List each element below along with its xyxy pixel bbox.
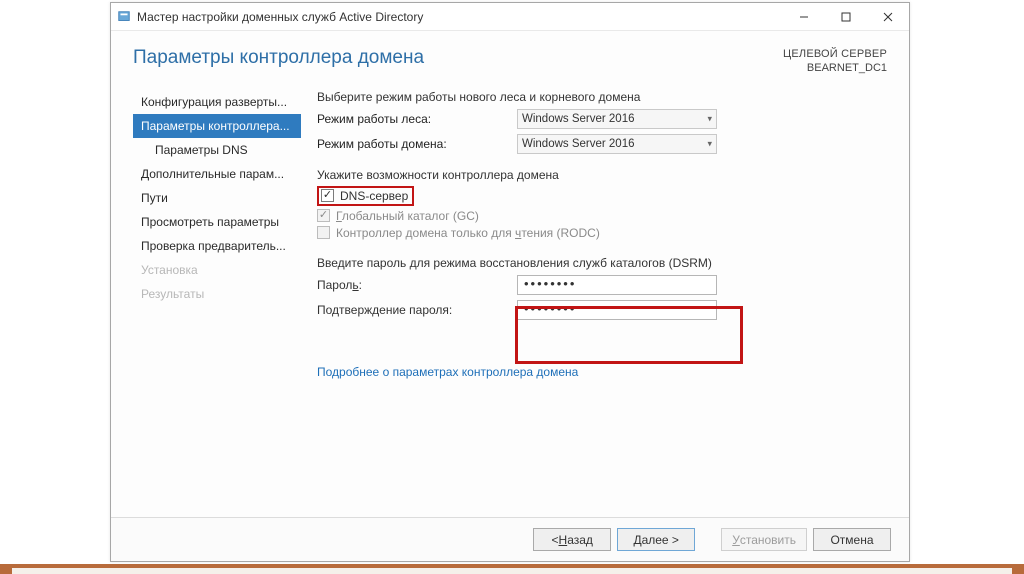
titlebar: Мастер настройки доменных служб Active D… xyxy=(111,3,909,31)
step-additional-options[interactable]: Дополнительные парам... xyxy=(133,162,301,186)
step-dns-options[interactable]: Параметры DNS xyxy=(133,138,301,162)
forest-level-value: Windows Server 2016 xyxy=(522,113,635,125)
step-results: Результаты xyxy=(133,282,301,306)
step-list: Конфигурация разверты... Параметры контр… xyxy=(133,84,301,509)
cancel-button[interactable]: Отмена xyxy=(813,528,891,551)
more-info-link[interactable]: Подробнее о параметрах контроллера домен… xyxy=(317,365,578,379)
dsrm-label: Введите пароль для режима восстановления… xyxy=(317,256,879,270)
next-button[interactable]: Далее > xyxy=(617,528,695,551)
step-installation: Установка xyxy=(133,258,301,282)
close-button[interactable] xyxy=(867,3,909,31)
minimize-button[interactable] xyxy=(783,3,825,31)
forest-level-select[interactable]: Windows Server 2016 ▾ xyxy=(517,109,717,129)
capabilities-label: Укажите возможности контроллера домена xyxy=(317,168,879,182)
gc-checkbox xyxy=(317,209,330,222)
chevron-down-icon: ▾ xyxy=(707,113,712,124)
back-button[interactable]: < Назад xyxy=(533,528,611,551)
dns-checkbox-label: DNS-сервер xyxy=(340,189,408,203)
step-dc-options[interactable]: Параметры контроллера... xyxy=(133,114,301,138)
password-confirm-input[interactable]: •••••••• xyxy=(517,300,717,320)
target-server-block: ЦЕЛЕВОЙ СЕРВЕР BEARNET_DC1 xyxy=(783,47,887,76)
install-button: Установить xyxy=(721,528,807,551)
forest-level-label: Режим работы леса: xyxy=(317,112,517,126)
footer: < Назад Далее > Установить Отмена xyxy=(111,517,909,561)
password-label: Пароль: xyxy=(317,278,517,292)
window-title: Мастер настройки доменных служб Active D… xyxy=(137,10,423,24)
dns-checkbox-highlight: DNS-сервер xyxy=(317,186,414,206)
domain-level-select[interactable]: Windows Server 2016 ▾ xyxy=(517,134,717,154)
password-input[interactable]: •••••••• xyxy=(517,275,717,295)
rodc-checkbox-label: Контроллер домена только для чтения (ROD… xyxy=(336,226,600,240)
page-title: Параметры контроллера домена xyxy=(133,47,783,69)
chevron-down-icon: ▾ xyxy=(707,138,712,149)
header: Параметры контроллера домена ЦЕЛЕВОЙ СЕР… xyxy=(111,31,909,84)
content-panel: Выберите режим работы нового леса и корн… xyxy=(301,84,887,509)
maximize-button[interactable] xyxy=(825,3,867,31)
step-deployment-config[interactable]: Конфигурация разверты... xyxy=(133,90,301,114)
gc-checkbox-label: Глобальный каталог (GC) xyxy=(336,209,479,223)
password-confirm-label: Подтверждение пароля: xyxy=(317,303,517,317)
domain-level-value: Windows Server 2016 xyxy=(522,138,635,150)
target-server-label: ЦЕЛЕВОЙ СЕРВЕР xyxy=(783,47,887,61)
domain-level-label: Режим работы домена: xyxy=(317,137,517,151)
step-prereq-check[interactable]: Проверка предваритель... xyxy=(133,234,301,258)
wizard-window: Мастер настройки доменных служб Active D… xyxy=(110,2,910,562)
step-paths[interactable]: Пути xyxy=(133,186,301,210)
step-review[interactable]: Просмотреть параметры xyxy=(133,210,301,234)
target-server-name: BEARNET_DC1 xyxy=(783,61,887,75)
intro-text: Выберите режим работы нового леса и корн… xyxy=(317,90,879,104)
rodc-checkbox xyxy=(317,226,330,239)
dns-checkbox[interactable] xyxy=(321,189,334,202)
app-icon xyxy=(117,10,131,24)
